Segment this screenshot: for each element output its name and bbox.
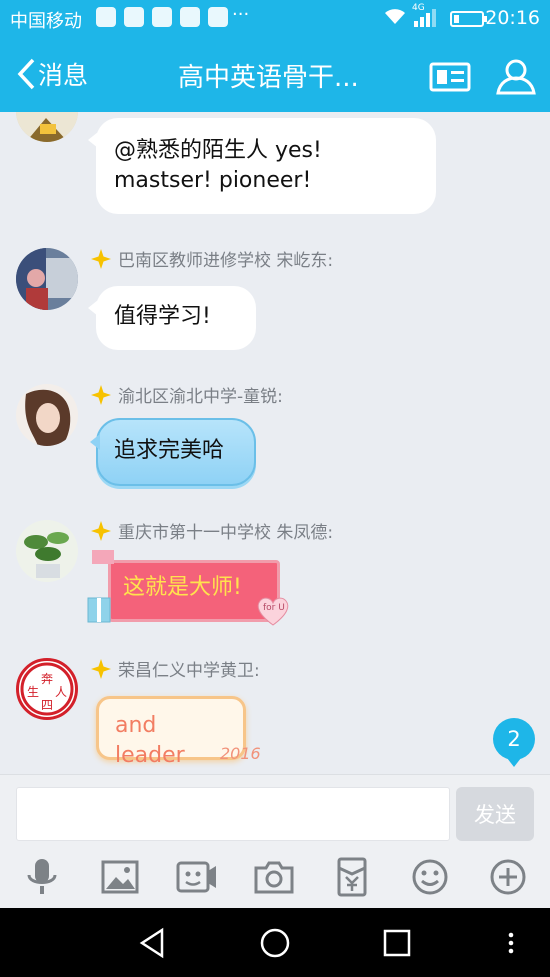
wifi-icon — [385, 9, 405, 24]
input-bar: 发送 — [0, 774, 550, 908]
camera-icon[interactable] — [252, 855, 296, 899]
back-button[interactable]: 消息 — [14, 56, 88, 92]
battery-icon — [450, 11, 487, 27]
star-badge-icon — [91, 248, 111, 269]
microphone-icon[interactable] — [20, 855, 64, 899]
decoration-text: 2016 — [220, 744, 261, 763]
message-text: 这就是大师! — [123, 575, 242, 600]
chevron-left-icon — [17, 58, 35, 90]
title-bar: 消息 高中英语骨干... — [0, 36, 550, 112]
more-notifications-icon: ··· — [232, 4, 250, 25]
app-notification-icon — [152, 7, 172, 27]
message-text: @熟悉的陌生人 yes! — [114, 138, 322, 163]
chat-area[interactable]: @熟悉的陌生人 yes! mastser! pioneer! 巴南区教师进修学校… — [0, 112, 550, 774]
plus-icon[interactable] — [486, 855, 530, 899]
sender-name: 渝北区渝北中学-童锐: — [90, 382, 283, 407]
page-title: 高中英语骨干... — [178, 63, 359, 93]
send-button[interactable]: 发送 — [456, 787, 534, 841]
person-icon[interactable] — [494, 56, 538, 96]
lock-notification-icon — [208, 7, 228, 27]
unread-count-badge[interactable]: 2 — [493, 718, 535, 767]
toolbar — [0, 855, 550, 901]
message-bubble[interactable]: 这就是大师! — [108, 560, 280, 622]
recents-square-icon[interactable] — [380, 926, 414, 960]
sender-name: 重庆市第十一中学校 朱凤德: — [90, 518, 333, 543]
image-icon[interactable] — [98, 855, 142, 899]
system-nav-bar — [0, 908, 550, 977]
sender-name: 巴南区教师进修学校 宋屹东: — [90, 246, 333, 271]
status-bar: 中国移动 ··· 4G 20:16 — [0, 0, 550, 36]
message-bubble[interactable]: @熟悉的陌生人 yes! mastser! pioneer! — [88, 118, 436, 214]
qq-notification-icon — [96, 7, 116, 27]
app-notification-icon — [180, 7, 200, 27]
notification-icons — [96, 7, 228, 27]
message-text: 追求完美哈 — [114, 438, 225, 463]
clock: 20:16 — [485, 7, 540, 29]
more-vertical-icon[interactable] — [494, 926, 528, 960]
home-circle-icon[interactable] — [258, 926, 292, 960]
signal-icon — [414, 9, 436, 27]
decoration-text: for U — [263, 603, 285, 613]
app-notification-icon — [124, 7, 144, 27]
message-text: 值得学习! — [114, 304, 211, 329]
profile-card-icon[interactable] — [428, 56, 472, 96]
avatar[interactable] — [16, 520, 78, 582]
avatar[interactable] — [16, 112, 78, 142]
seal-char: 生 — [27, 685, 39, 699]
back-label: 消息 — [38, 61, 89, 90]
seal-char: 人 — [55, 685, 67, 699]
star-badge-icon — [91, 384, 111, 405]
seal-char: 四 — [41, 698, 53, 712]
heart-decoration-icon: for U — [256, 596, 290, 626]
avatar[interactable]: 奔 生 人 四 — [16, 658, 78, 720]
message-bubble[interactable]: 值得学习! — [88, 286, 256, 350]
seal-char: 奔 — [41, 672, 53, 686]
emoji-icon[interactable] — [408, 855, 452, 899]
back-triangle-icon[interactable] — [136, 926, 170, 960]
gift-box-icon — [87, 550, 114, 623]
red-packet-icon[interactable] — [330, 855, 374, 899]
video-icon[interactable] — [175, 855, 219, 899]
sender-name: 荣昌仁义中学黄卫: — [90, 656, 260, 681]
star-badge-icon — [91, 658, 111, 679]
message-text: and leader — [115, 713, 185, 768]
message-bubble[interactable]: 追求完美哈 — [90, 418, 256, 486]
message-text: mastser! pioneer! — [114, 168, 312, 193]
message-input[interactable] — [16, 787, 450, 841]
avatar[interactable] — [16, 248, 78, 310]
star-badge-icon — [91, 520, 111, 541]
carrier-name: 中国移动 — [10, 11, 82, 32]
avatar[interactable] — [16, 384, 78, 446]
